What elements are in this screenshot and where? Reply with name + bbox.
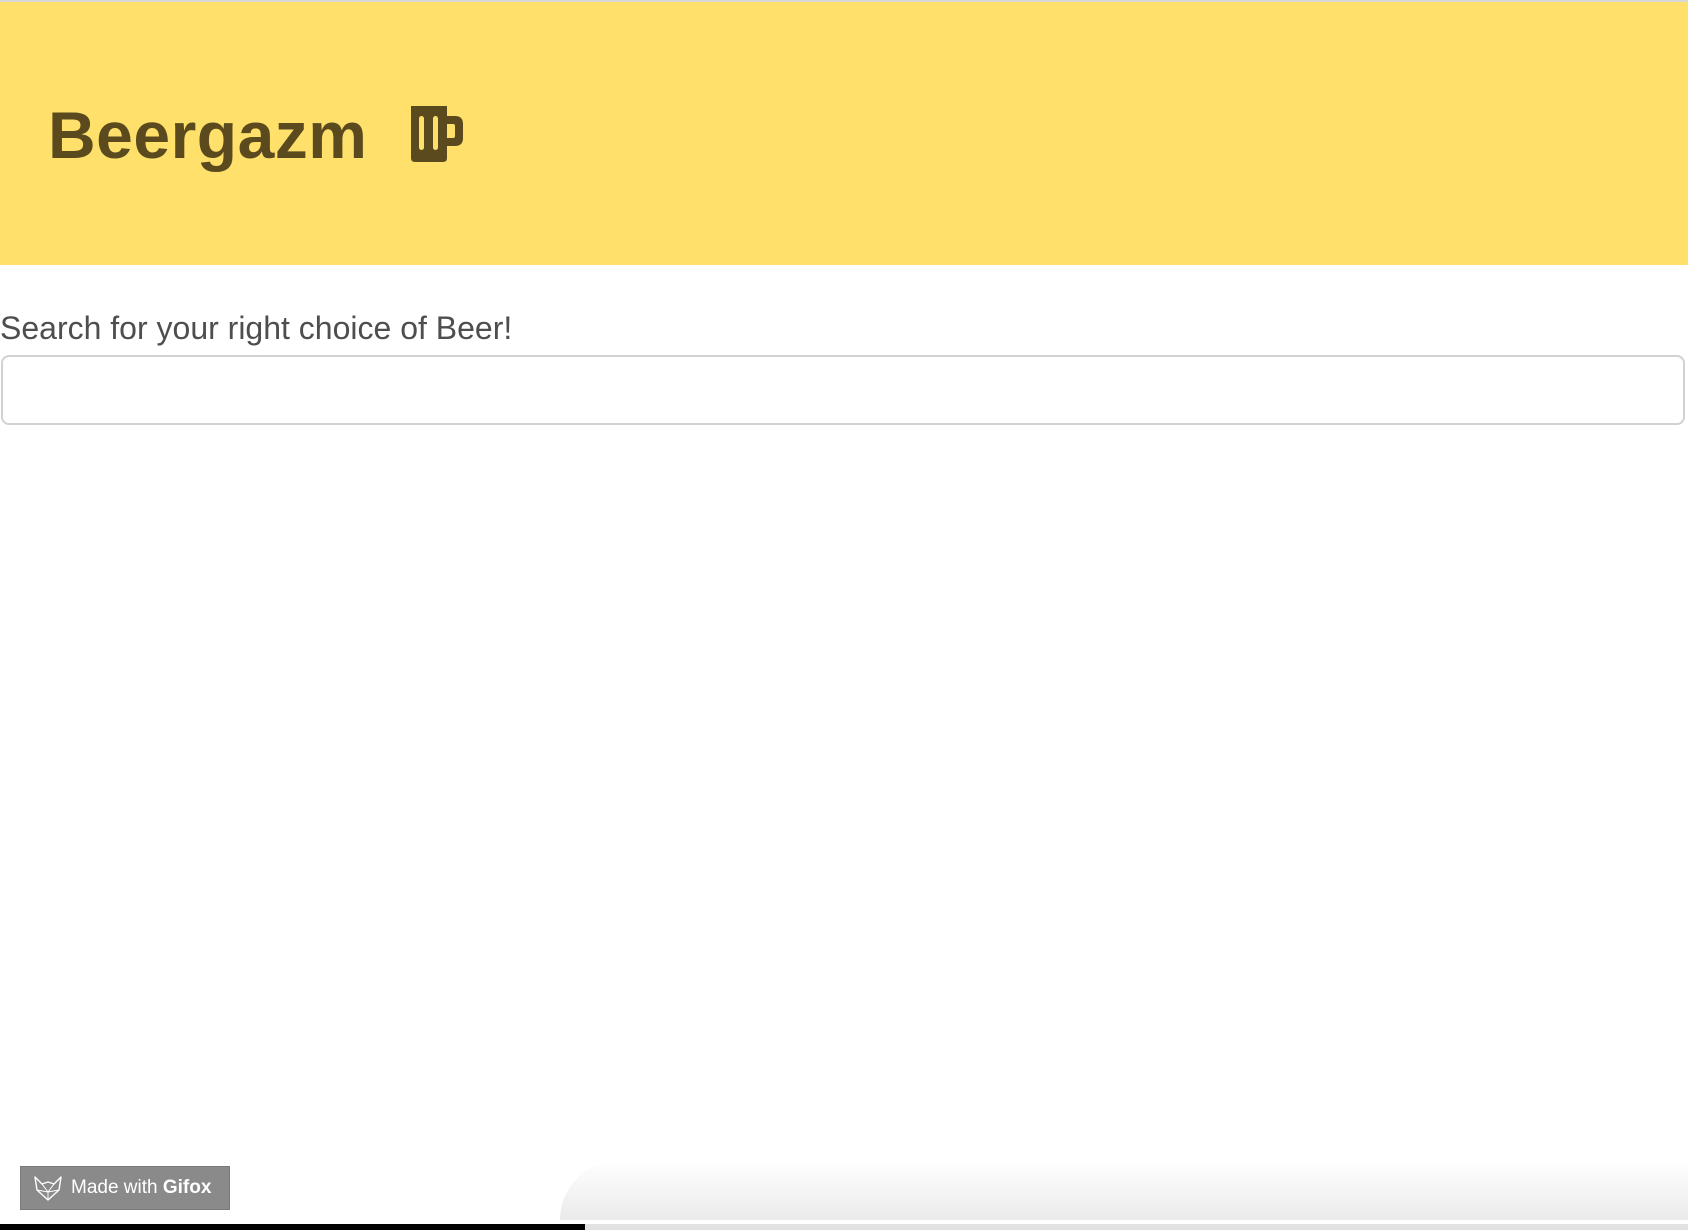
bottom-edge-light	[585, 1224, 1688, 1230]
beer-mug-icon	[411, 106, 464, 162]
app-header: Beergazm	[0, 2, 1688, 265]
gifox-watermark: Made with Gifox	[20, 1166, 230, 1210]
brand: Beergazm	[48, 94, 465, 176]
bottom-shadow	[560, 1160, 1688, 1220]
app-page: Beergazm Search for your right choice of…	[0, 0, 1688, 1230]
watermark-prefix: Made with	[71, 1177, 163, 1198]
search-input[interactable]	[1, 355, 1685, 425]
watermark-text: Made with Gifox	[71, 1177, 211, 1199]
search-label: Search for your right choice of Beer!	[0, 310, 513, 346]
fox-icon	[34, 1176, 62, 1201]
app-title: Beergazm	[48, 98, 368, 172]
watermark-brand: Gifox	[162, 1177, 212, 1198]
